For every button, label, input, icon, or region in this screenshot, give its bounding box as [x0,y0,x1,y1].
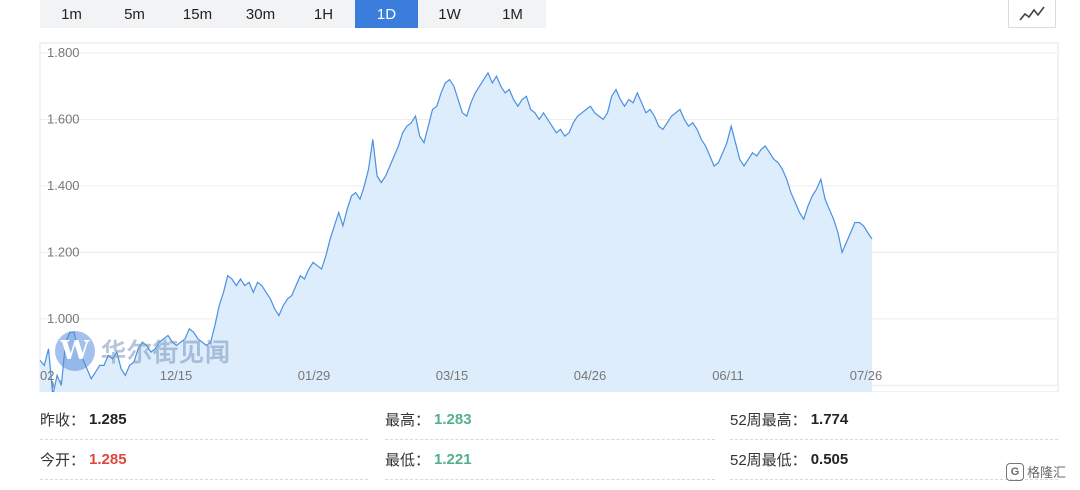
tab-1mo[interactable]: 1M [481,0,544,28]
stat-high: 最高： 1.283 [385,400,715,440]
stat-52w-high: 52周最高： 1.774 [730,400,1058,440]
line-chart-icon [1019,6,1045,21]
y-tick-label: 1.400 [47,178,80,193]
tab-1h[interactable]: 1H [292,0,355,28]
tab-5m[interactable]: 5m [103,0,166,28]
chart-svg: 1.8001.6001.4001.2001.0000.8000212/1501/… [39,42,1059,392]
x-tick-label: 02 [40,368,54,383]
x-tick-label: 12/15 [160,368,193,383]
tab-15m[interactable]: 15m [166,0,229,28]
stat-prev-close: 昨收： 1.285 [40,400,368,440]
tab-30m[interactable]: 30m [229,0,292,28]
stat-value: 1.285 [89,451,127,468]
stat-label: 最高： [385,412,431,429]
price-chart: 1.8001.6001.4001.2001.0000.8000212/1501/… [0,38,1080,392]
corner-logo: G 格隆汇 [1006,462,1066,481]
stat-label: 52周最高： [730,412,807,429]
x-tick-label: 03/15 [436,368,469,383]
x-tick-label: 04/26 [574,368,607,383]
stat-value: 1.285 [89,411,127,428]
x-tick-label: 07/26 [850,368,883,383]
stat-label: 最低： [385,452,431,469]
chart-type-button[interactable] [1008,0,1056,28]
tab-1d[interactable]: 1D [355,0,418,28]
stat-label: 52周最低： [730,452,807,469]
y-tick-label: 1.200 [47,244,80,259]
x-tick-label: 06/11 [712,368,744,383]
timeframe-tabs: 1m 5m 15m 30m 1H 1D 1W 1M [40,0,546,28]
gelonghui-logo-icon: G [1006,462,1024,481]
stat-value: 1.221 [434,451,472,468]
tab-1m[interactable]: 1m [40,0,103,28]
stat-value: 0.505 [810,451,849,468]
stat-value: 1.283 [434,411,472,428]
tab-1w[interactable]: 1W [418,0,481,28]
corner-logo-text: 格隆汇 [1027,465,1067,480]
stat-label: 昨收： [40,412,86,429]
y-tick-label: 1.600 [47,111,80,126]
y-tick-label: 1.000 [47,311,80,326]
area-fill [40,72,872,392]
stat-value: 1.774 [810,411,849,428]
y-tick-label: 1.800 [47,45,80,60]
stat-label: 今开： [40,452,86,469]
stat-low: 最低： 1.221 [385,440,715,480]
x-tick-label: 01/29 [298,368,331,383]
stat-open: 今开： 1.285 [40,440,368,480]
stats-panel: 昨收： 1.285 最高： 1.283 52周最高： 1.774 今开： 1.2… [40,400,1058,480]
